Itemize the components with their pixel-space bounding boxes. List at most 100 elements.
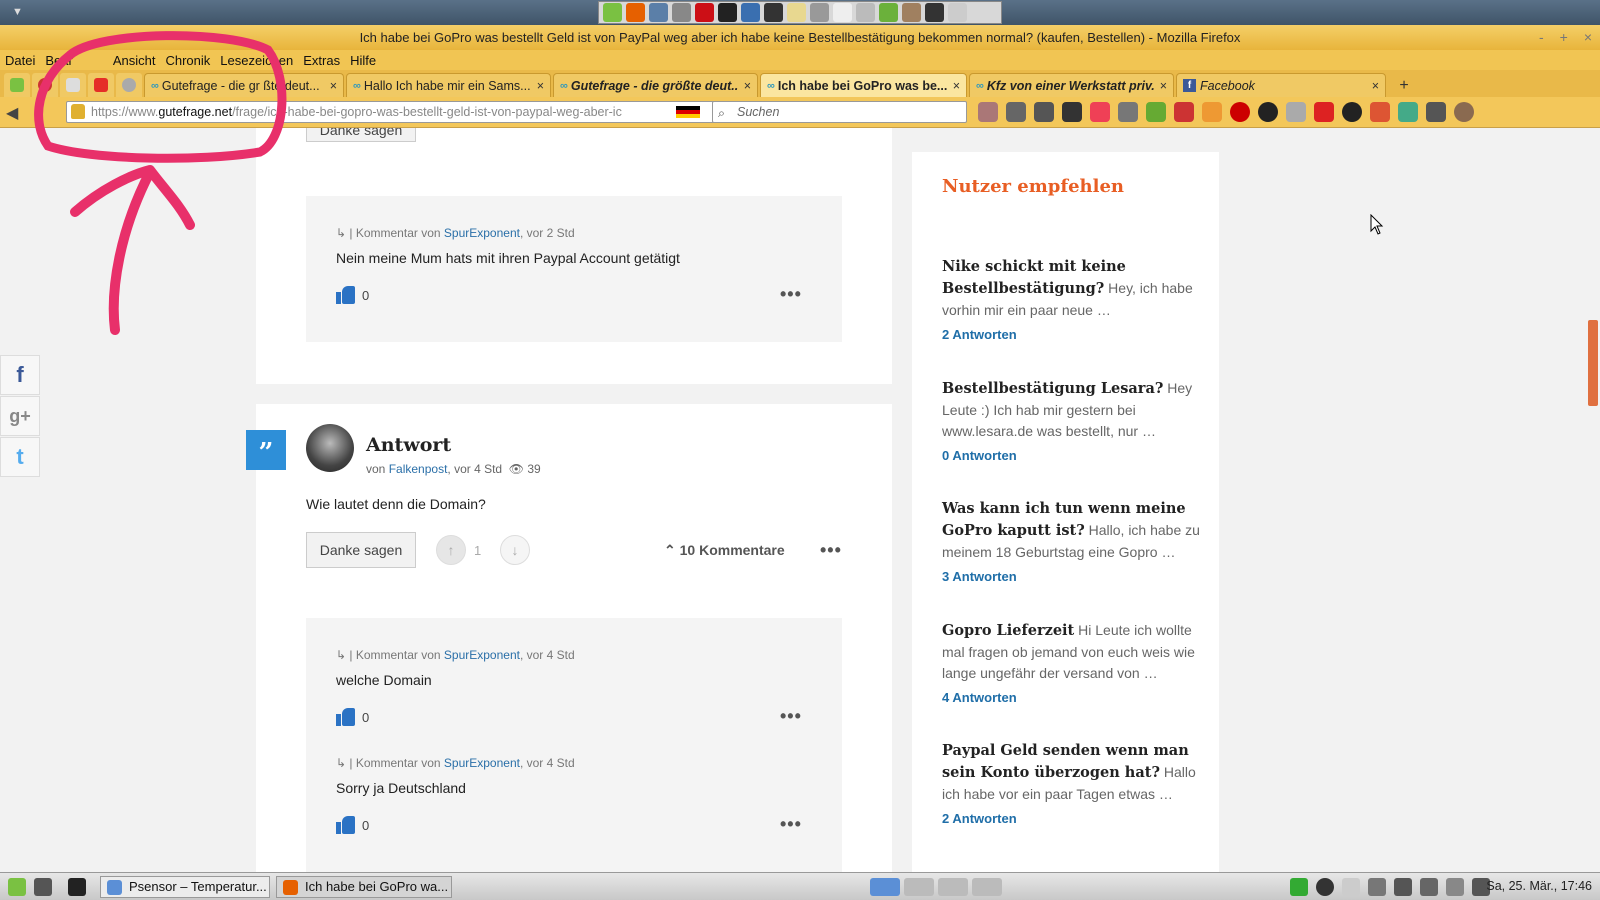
adblock-icon[interactable]	[1230, 102, 1250, 122]
clipboard-icon[interactable]	[1342, 878, 1360, 896]
workspace-1[interactable]	[870, 878, 900, 896]
ghostery-icon[interactable]	[1258, 102, 1278, 122]
more-options-icon[interactable]: •••	[780, 284, 802, 305]
mint-menu-icon[interactable]	[8, 878, 26, 896]
scrollbar-thumb[interactable]	[1588, 320, 1598, 406]
googleplus-share-icon[interactable]: g+	[0, 396, 40, 436]
files-launcher-icon[interactable]	[672, 3, 691, 22]
recommendation-answers-link[interactable]: 0 Antworten	[942, 448, 1200, 463]
comment-user-link[interactable]: SpurExponent	[444, 648, 520, 662]
url-bar[interactable]: https://www.gutefrage.net/frage/ich-habe…	[66, 101, 729, 123]
tab-kfz-werkstatt[interactable]: ∞ Kfz von einer Werkstatt priv... ×	[969, 73, 1174, 97]
clock[interactable]: Sa, 25. Mär., 17:46	[1486, 879, 1592, 893]
maximize-button[interactable]: +	[1560, 25, 1568, 50]
workspace-4[interactable]	[972, 878, 1002, 896]
menu-datei[interactable]: Datei	[5, 53, 35, 68]
tab-close-icon[interactable]: ×	[744, 79, 751, 93]
menu-chronik[interactable]: Chronik	[165, 53, 210, 68]
recommendation-answers-link[interactable]: 4 Antworten	[942, 690, 1200, 705]
taskbar-firefox[interactable]: Ich habe bei GoPro wa...	[276, 876, 452, 898]
bookmarks-icon[interactable]	[1006, 102, 1026, 122]
text-addon-icon[interactable]	[1370, 102, 1390, 122]
tab-close-icon[interactable]: ×	[330, 79, 337, 93]
globe-launcher-icon[interactable]	[741, 3, 760, 22]
recommendation-item[interactable]: Paypal Geld senden wenn man sein Konto ü…	[942, 740, 1200, 826]
downvote-arrow-icon[interactable]: ↓	[500, 535, 530, 565]
thumbs-up-icon[interactable]	[336, 286, 356, 304]
search-bar[interactable]: ⌕ Suchen	[712, 101, 967, 123]
eye-addon-icon[interactable]	[1426, 102, 1446, 122]
recommendation-question[interactable]: Paypal Geld senden wenn man sein Konto ü…	[942, 742, 1189, 781]
comment-user-link[interactable]: SpurExponent	[444, 226, 520, 240]
calculator-launcher-icon[interactable]	[810, 3, 829, 22]
recommendation-question[interactable]: Bestellbestätigung Lesara?	[942, 380, 1163, 397]
opera-launcher-icon[interactable]	[695, 3, 714, 22]
menu-extras[interactable]: Extras	[303, 53, 340, 68]
mail-launcher-icon[interactable]	[649, 3, 668, 22]
download-launcher-icon[interactable]	[879, 3, 898, 22]
danke-sagen-button-top[interactable]: Danke sagen	[306, 128, 416, 142]
arrow-down-icon[interactable]	[1286, 102, 1306, 122]
panel-dropdown-icon[interactable]: ▼	[12, 6, 23, 18]
twitter-share-icon[interactable]: t	[0, 437, 40, 477]
recommendation-answers-link[interactable]: 3 Antworten	[942, 569, 1200, 584]
menu-bearbeiten[interactable]: Bear	[45, 53, 72, 68]
bluetooth-icon[interactable]	[1420, 878, 1438, 896]
tab-gopro-active[interactable]: ∞ Ich habe bei GoPro was be... ×	[760, 73, 967, 97]
avatar[interactable]	[306, 424, 354, 472]
menu-ansicht[interactable]: Ansicht	[113, 53, 156, 68]
close-window-button[interactable]: ×	[1584, 25, 1592, 50]
tab-close-icon[interactable]: ×	[953, 79, 960, 93]
volume-icon[interactable]	[1446, 878, 1464, 896]
terminal-launcher-icon[interactable]	[718, 3, 737, 22]
lock-icon[interactable]	[71, 104, 85, 119]
gimp-launcher-icon[interactable]	[902, 3, 921, 22]
menu-hilfe[interactable]: Hilfe	[350, 53, 376, 68]
recommendation-item[interactable]: Bestellbestätigung Lesara? Hey Leute :) …	[942, 378, 1200, 463]
grid-addon-icon[interactable]	[1398, 102, 1418, 122]
printer-icon[interactable]	[1368, 878, 1386, 896]
recommendation-item[interactable]: Nike schickt mit keine Bestellbestätigun…	[942, 256, 1200, 342]
facebook-share-icon[interactable]: f	[0, 355, 40, 395]
workspace-3[interactable]	[938, 878, 968, 896]
tab-gutefrage-1[interactable]: ∞ Gutefrage - die gr ßte deut... ×	[144, 73, 344, 97]
puzzle-icon[interactable]	[1146, 102, 1166, 122]
tab-facebook[interactable]: f Facebook ×	[1176, 73, 1386, 97]
monitor-launcher-icon[interactable]	[764, 3, 783, 22]
shield-icon[interactable]	[1290, 878, 1308, 896]
more-options-icon[interactable]: •••	[780, 706, 802, 727]
answer-user-link[interactable]: Falkenpost	[389, 462, 448, 476]
power-launcher-icon[interactable]	[948, 3, 967, 22]
pinned-tab-blank[interactable]	[60, 73, 86, 97]
colors-icon[interactable]	[1202, 102, 1222, 122]
recommendation-item[interactable]: Was kann ich tun wenn meine GoPro kaputt…	[942, 498, 1200, 584]
page-scrollbar[interactable]	[1586, 128, 1600, 872]
tab-gutefrage-2[interactable]: ∞ Gutefrage - die größte deut... ×	[553, 73, 758, 97]
recommendation-answers-link[interactable]: 2 Antworten	[942, 327, 1200, 342]
download-icon[interactable]	[1118, 102, 1138, 122]
more-options-icon[interactable]: •••	[820, 540, 842, 561]
mint-menu-icon[interactable]	[603, 3, 622, 22]
bookmark-star-icon[interactable]	[978, 102, 998, 122]
pinned-tab-mint[interactable]	[4, 73, 30, 97]
comment-user-link[interactable]: SpurExponent	[444, 756, 520, 770]
back-arrow-icon[interactable]: ◀	[6, 103, 26, 122]
tab-hallo-samsung[interactable]: ∞ Hallo Ich habe mir ein Sams... ×	[346, 73, 551, 97]
more-options-icon[interactable]: •••	[780, 814, 802, 835]
danke-sagen-button[interactable]: Danke sagen	[306, 532, 416, 568]
firefox-launcher-icon[interactable]	[626, 3, 645, 22]
red-addon-icon[interactable]	[1314, 102, 1334, 122]
charmap-launcher-icon[interactable]	[833, 3, 852, 22]
minimize-button[interactable]: -	[1539, 25, 1544, 50]
menu-lesezeichen[interactable]: Lesezeichen	[220, 53, 293, 68]
comments-toggle[interactable]: ⌃ 10 Kommentare	[664, 542, 785, 559]
monster-icon[interactable]	[1174, 102, 1194, 122]
show-desktop-icon[interactable]	[34, 878, 52, 896]
network-icon[interactable]	[1394, 878, 1412, 896]
tab-close-icon[interactable]: ×	[537, 79, 544, 93]
update-icon[interactable]	[1316, 878, 1334, 896]
mixer-launcher-icon[interactable]	[856, 3, 875, 22]
upvote-arrow-icon[interactable]: ↑	[436, 535, 466, 565]
terminal-icon[interactable]	[68, 878, 86, 896]
home-icon[interactable]	[1034, 102, 1054, 122]
